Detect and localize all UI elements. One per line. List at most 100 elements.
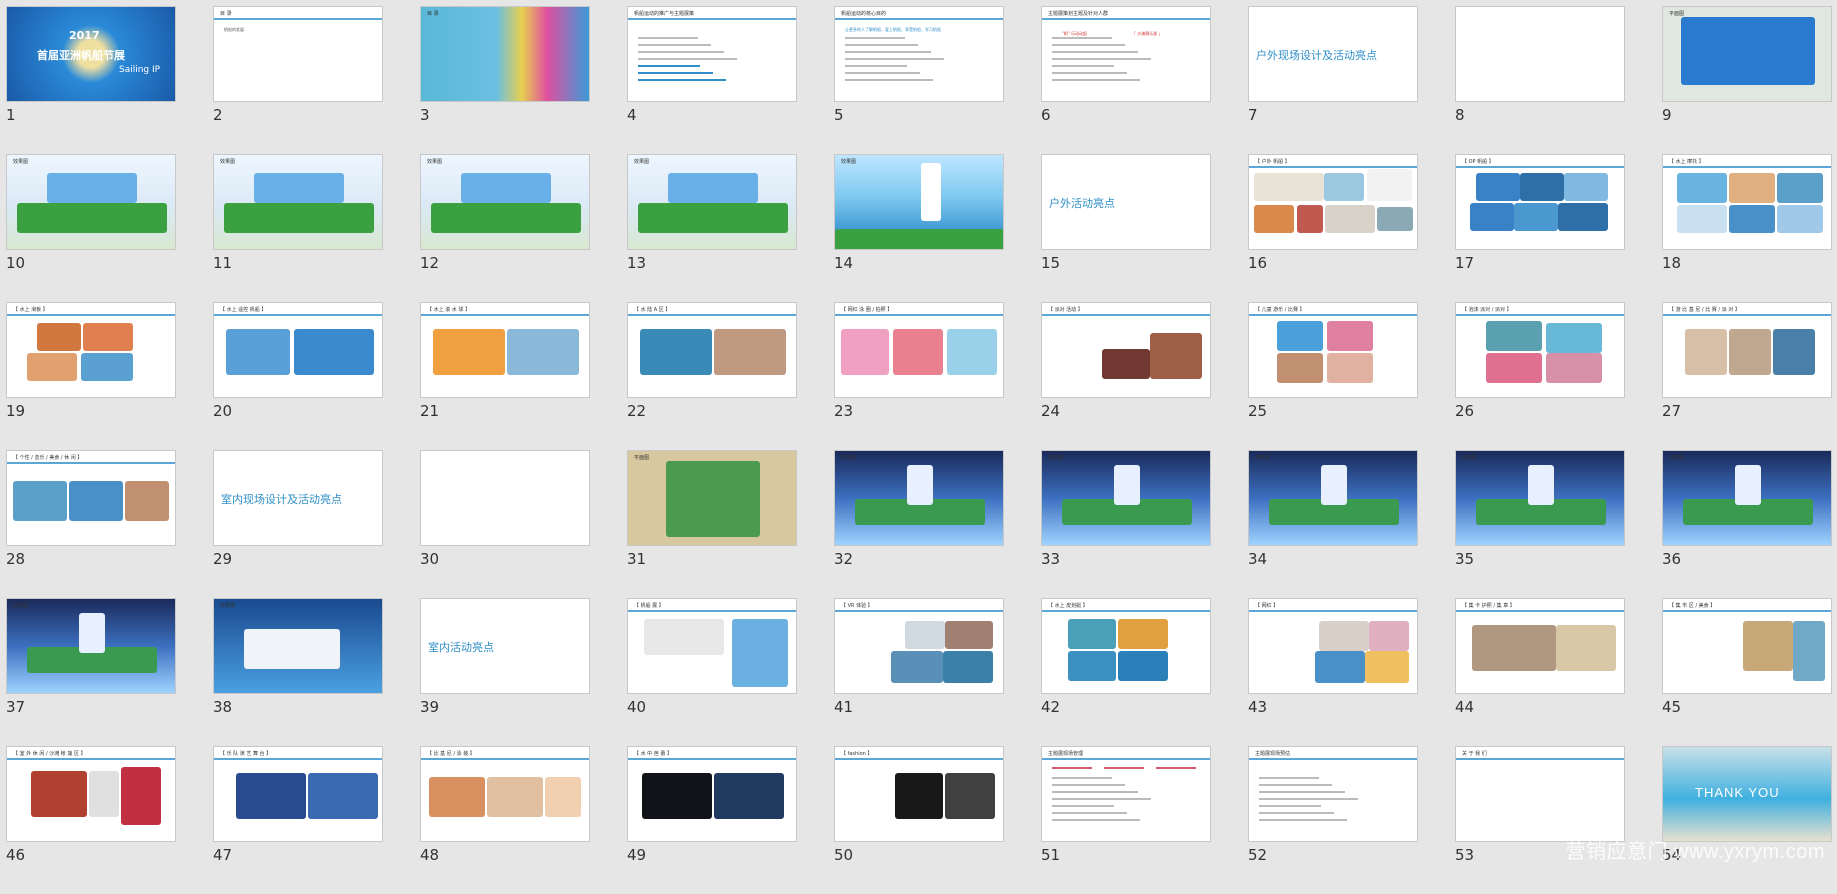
slide-preview[interactable]: 【 网红 泳 圈 / 拍照 】 [834, 302, 1004, 398]
slide-preview[interactable]: 帆船运动的核心目的 让更多的人了解帆船，爱上帆船，享受帆船，学习帆船 [834, 6, 1004, 102]
slide-thumbnail-37[interactable]: 效果图 37 [6, 598, 176, 746]
slide-thumbnail-36[interactable]: 效果图 36 [1662, 450, 1832, 598]
slide-preview[interactable]: 【 水上 摩托 】 [1662, 154, 1832, 250]
slide-preview[interactable]: 户外活动亮点 [1041, 154, 1211, 250]
slide-preview[interactable]: 【 户外 帆船 】 [1248, 154, 1418, 250]
slide-preview[interactable]: 【 水 陆 A 区 】 [627, 302, 797, 398]
slide-thumbnail-5[interactable]: 帆船运动的核心目的 让更多的人了解帆船，爱上帆船，享受帆船，学习帆船 5 [834, 6, 1004, 154]
slide-preview[interactable]: 效果图 [6, 154, 176, 250]
slide-thumbnail-29[interactable]: 室内现场设计及活动亮点 29 [213, 450, 383, 598]
slide-thumbnail-54[interactable]: THANK YOU 54 [1662, 746, 1832, 894]
slide-preview[interactable]: 【 水上 滚 水 球 】 [420, 302, 590, 398]
slide-preview[interactable]: THANK YOU [1662, 746, 1832, 842]
slide-preview[interactable]: 效果图 [1455, 450, 1625, 546]
slide-preview[interactable]: 效果图 [213, 154, 383, 250]
slide-thumbnail-47[interactable]: 【 乐 队 演 艺 舞 台 】 47 [213, 746, 383, 894]
slide-preview[interactable]: 【 水上 滑板 】 [6, 302, 176, 398]
slide-preview[interactable]: 效果图 [6, 598, 176, 694]
slide-thumbnail-12[interactable]: 效果图 12 [420, 154, 590, 302]
slide-thumbnail-21[interactable]: 【 水上 滚 水 球 】 21 [420, 302, 590, 450]
slide-preview[interactable] [1455, 6, 1625, 102]
slide-thumbnail-52[interactable]: 主题展现场预估 52 [1248, 746, 1418, 894]
slide-thumbnail-10[interactable]: 效果图 10 [6, 154, 176, 302]
slide-preview[interactable]: 效果图 [834, 450, 1004, 546]
slide-thumbnail-33[interactable]: 效果图 33 [1041, 450, 1211, 598]
slide-thumbnail-40[interactable]: 【 帆船 展 】 40 [627, 598, 797, 746]
slide-preview[interactable]: 效果图 [834, 154, 1004, 250]
slide-preview[interactable]: 2017 首届亚洲帆船节展 Sailing IP [6, 6, 176, 102]
slide-thumbnail-22[interactable]: 【 水 陆 A 区 】 22 [627, 302, 797, 450]
slide-preview[interactable]: 【 泡沫 派对 / 派对 】 [1455, 302, 1625, 398]
slide-preview[interactable]: 【 比 基 尼 / 泳 装 】 [420, 746, 590, 842]
slide-thumbnail-8[interactable]: 8 [1455, 6, 1625, 154]
slide-thumbnail-17[interactable]: 【 OP 帆船 】 17 [1455, 154, 1625, 302]
slide-preview[interactable]: 【 个性 / 音乐 / 美食 / 休 闲 】 [6, 450, 176, 546]
slide-preview[interactable]: 【 乐 队 演 艺 舞 台 】 [213, 746, 383, 842]
slide-preview[interactable]: 效果图 [627, 154, 797, 250]
slide-thumbnail-15[interactable]: 户外活动亮点 15 [1041, 154, 1211, 302]
slide-thumbnail-13[interactable]: 效果图 13 [627, 154, 797, 302]
slide-thumbnail-11[interactable]: 效果图 11 [213, 154, 383, 302]
slide-thumbnail-48[interactable]: 【 比 基 尼 / 泳 装 】 48 [420, 746, 590, 894]
slide-thumbnail-25[interactable]: 【 儿童 游乐 / 比赛 】 25 [1248, 302, 1418, 450]
slide-thumbnail-38[interactable]: 效果图 38 [213, 598, 383, 746]
slide-preview[interactable]: 帆船运动的推广与主题展策 [627, 6, 797, 102]
slide-thumbnail-18[interactable]: 【 水上 摩托 】 18 [1662, 154, 1832, 302]
slide-thumbnail-32[interactable]: 效果图 32 [834, 450, 1004, 598]
slide-thumbnail-19[interactable]: 【 水上 滑板 】 19 [6, 302, 176, 450]
slide-thumbnail-4[interactable]: 帆船运动的推广与主题展策 4 [627, 6, 797, 154]
slide-preview[interactable]: 室内现场设计及活动亮点 [213, 450, 383, 546]
slide-preview[interactable]: 效果图 [213, 598, 383, 694]
slide-preview[interactable]: 【 集 市 区 / 美食 】 [1662, 598, 1832, 694]
slide-preview[interactable]: 【 游 比 基 尼 / 比 赛 / 派 对 】 [1662, 302, 1832, 398]
slide-thumbnail-20[interactable]: 【 水上 遥控 帆船 】 20 [213, 302, 383, 450]
slide-preview[interactable]: 目 录 [420, 6, 590, 102]
slide-preview[interactable]: 关 于 我 们 [1455, 746, 1625, 842]
slide-preview[interactable]: 【 fashion 】 [834, 746, 1004, 842]
slide-preview[interactable]: 【 网红 】 [1248, 598, 1418, 694]
slide-thumbnail-46[interactable]: 【 室 外 休 闲 / 沙滩 帐 篷 区 】 46 [6, 746, 176, 894]
slide-preview[interactable]: 效果图 [1248, 450, 1418, 546]
slide-thumbnail-3[interactable]: 目 录 3 [420, 6, 590, 154]
slide-thumbnail-39[interactable]: 室内活动亮点 39 [420, 598, 590, 746]
slide-preview[interactable]: 【 集 卡 护照 / 集 章 】 [1455, 598, 1625, 694]
slide-preview[interactable] [420, 450, 590, 546]
slide-thumbnail-42[interactable]: 【 水上 皮划艇 】 42 [1041, 598, 1211, 746]
slide-thumbnail-1[interactable]: 2017 首届亚洲帆船节展 Sailing IP 1 [6, 6, 176, 154]
slide-preview[interactable]: 【 水 中 芭 蕾 】 [627, 746, 797, 842]
slide-preview[interactable]: 【 水上 皮划艇 】 [1041, 598, 1211, 694]
slide-thumbnail-34[interactable]: 效果图 34 [1248, 450, 1418, 598]
slide-thumbnail-53[interactable]: 关 于 我 们 53 [1455, 746, 1625, 894]
slide-thumbnail-45[interactable]: 【 集 市 区 / 美食 】 45 [1662, 598, 1832, 746]
slide-preview[interactable]: 户外现场设计及活动亮点 [1248, 6, 1418, 102]
slide-thumbnail-43[interactable]: 【 网红 】 43 [1248, 598, 1418, 746]
slide-preview[interactable]: 平面图 [1662, 6, 1832, 102]
slide-thumbnail-2[interactable]: 目 录帆船的发展 2 [213, 6, 383, 154]
slide-thumbnail-31[interactable]: 平面图 31 [627, 450, 797, 598]
slide-thumbnail-16[interactable]: 【 户外 帆船 】 16 [1248, 154, 1418, 302]
slide-preview[interactable]: 主题展现场管理 [1041, 746, 1211, 842]
slide-preview[interactable]: 【 室 外 休 闲 / 沙滩 帐 篷 区 】 [6, 746, 176, 842]
slide-thumbnail-35[interactable]: 效果图 35 [1455, 450, 1625, 598]
slide-preview[interactable]: 效果图 [1662, 450, 1832, 546]
slide-thumbnail-44[interactable]: 【 集 卡 护照 / 集 章 】 44 [1455, 598, 1625, 746]
slide-thumbnail-51[interactable]: 主题展现场管理 51 [1041, 746, 1211, 894]
slide-thumbnail-24[interactable]: 【 派对 活动 】 24 [1041, 302, 1211, 450]
slide-preview[interactable]: 主题展现场预估 [1248, 746, 1418, 842]
slide-preview[interactable]: 【 OP 帆船 】 [1455, 154, 1625, 250]
slide-preview[interactable]: 【 VR 体验 】 [834, 598, 1004, 694]
slide-preview[interactable]: 【 帆船 展 】 [627, 598, 797, 694]
slide-thumbnail-41[interactable]: 【 VR 体验 】 41 [834, 598, 1004, 746]
slide-thumbnail-49[interactable]: 【 水 中 芭 蕾 】 49 [627, 746, 797, 894]
slide-thumbnail-50[interactable]: 【 fashion 】 50 [834, 746, 1004, 894]
slide-thumbnail-7[interactable]: 户外现场设计及活动亮点 7 [1248, 6, 1418, 154]
slide-thumbnail-23[interactable]: 【 网红 泳 圈 / 拍照 】 23 [834, 302, 1004, 450]
slide-preview[interactable]: 效果图 [1041, 450, 1211, 546]
slide-thumbnail-28[interactable]: 【 个性 / 音乐 / 美食 / 休 闲 】 28 [6, 450, 176, 598]
slide-thumbnail-14[interactable]: 效果图 14 [834, 154, 1004, 302]
slide-thumbnail-9[interactable]: 平面图 9 [1662, 6, 1832, 154]
slide-preview[interactable]: 室内活动亮点 [420, 598, 590, 694]
slide-preview[interactable]: 目 录帆船的发展 [213, 6, 383, 102]
slide-thumbnail-6[interactable]: 主题展策划主题及针对人群 "帆" 乐动动起「 沙滩俱乐部 」 6 [1041, 6, 1211, 154]
slide-thumbnail-30[interactable]: 30 [420, 450, 590, 598]
